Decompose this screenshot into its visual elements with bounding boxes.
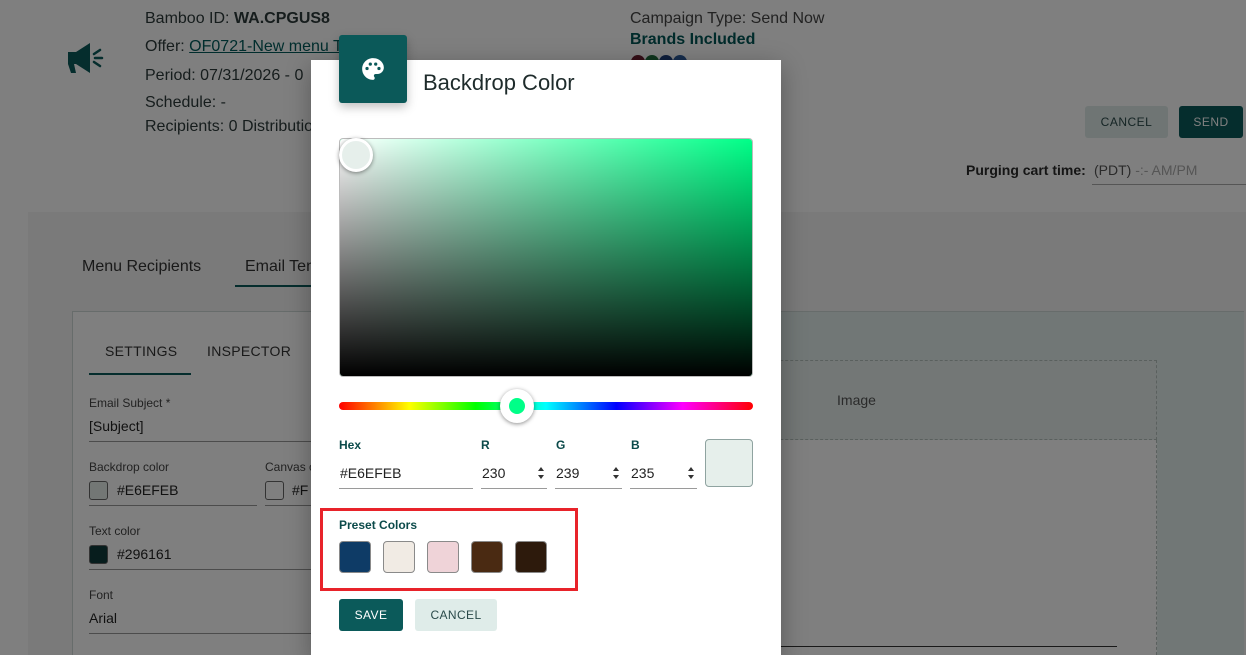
g-label: G [556,438,566,452]
b-input[interactable]: 235 [630,458,697,489]
b-label: B [631,438,640,452]
saturation-handle[interactable] [339,138,373,172]
palette-icon [339,35,407,103]
hue-slider-handle[interactable] [500,389,534,423]
r-label: R [481,438,490,452]
color-preview [705,439,753,487]
dialog-title: Backdrop Color [423,70,575,95]
hex-label: Hex [339,438,362,452]
saturation-value-picker[interactable] [339,138,753,377]
black-gradient [340,139,752,376]
hue-handle-dot [509,398,525,414]
r-input[interactable]: 230 [481,458,547,489]
preset-colors-highlight [320,508,578,591]
g-stepper-icon[interactable] [612,465,620,481]
r-stepper-icon[interactable] [537,465,545,481]
hex-input[interactable]: #E6EFEB [339,458,473,489]
hue-slider[interactable] [339,402,753,410]
g-input[interactable]: 239 [555,458,622,489]
save-button[interactable]: SAVE [339,599,403,631]
saturation-handle-dot [348,147,364,163]
b-stepper-icon[interactable] [687,465,695,481]
cancel-button[interactable]: CANCEL [415,599,497,631]
